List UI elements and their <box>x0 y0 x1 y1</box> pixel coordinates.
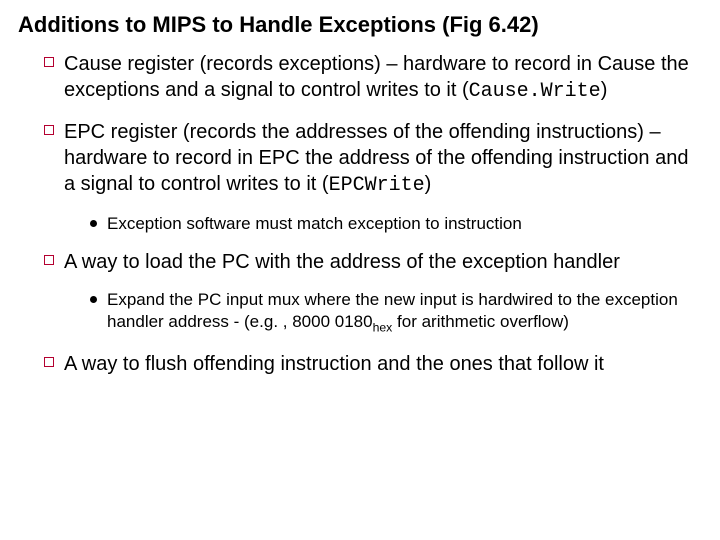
sublist-item-text: Expand the PC input mux where the new in… <box>107 289 690 336</box>
sublist-item: Exception software must match exception … <box>90 213 690 235</box>
code-run: Cause.Write <box>469 80 601 103</box>
subscript-run: hex <box>373 321 393 335</box>
text-run: Exception software must match exception … <box>107 214 522 233</box>
list-item: EPC register (records the addresses of t… <box>44 119 694 199</box>
square-bullet-icon <box>44 57 54 67</box>
list-item: Cause register (records exceptions) – ha… <box>44 51 694 105</box>
list-item: A way to flush offending instruction and… <box>44 351 694 377</box>
text-run: A way to load the PC with the address of… <box>64 251 620 273</box>
list-item-text: EPC register (records the addresses of t… <box>64 119 694 199</box>
list-item: A way to load the PC with the address of… <box>44 249 694 275</box>
text-run: ) <box>601 79 608 101</box>
square-bullet-icon <box>44 357 54 367</box>
text-run: for arithmetic overflow) <box>392 312 569 331</box>
square-bullet-icon <box>44 255 54 265</box>
text-run: A way to flush offending instruction and… <box>64 353 604 375</box>
sublist-item: Expand the PC input mux where the new in… <box>90 289 690 336</box>
list-item-text: Cause register (records exceptions) – ha… <box>64 51 694 105</box>
list-item-text: A way to flush offending instruction and… <box>64 351 604 377</box>
sublist-item-text: Exception software must match exception … <box>107 213 522 235</box>
disc-bullet-icon <box>90 220 97 227</box>
list-item-text: A way to load the PC with the address of… <box>64 249 620 275</box>
disc-bullet-icon <box>90 296 97 303</box>
slide-title: Additions to MIPS to Handle Exceptions (… <box>18 12 702 37</box>
code-run: EPCWrite <box>329 174 425 197</box>
text-run: ) <box>425 173 432 195</box>
square-bullet-icon <box>44 125 54 135</box>
